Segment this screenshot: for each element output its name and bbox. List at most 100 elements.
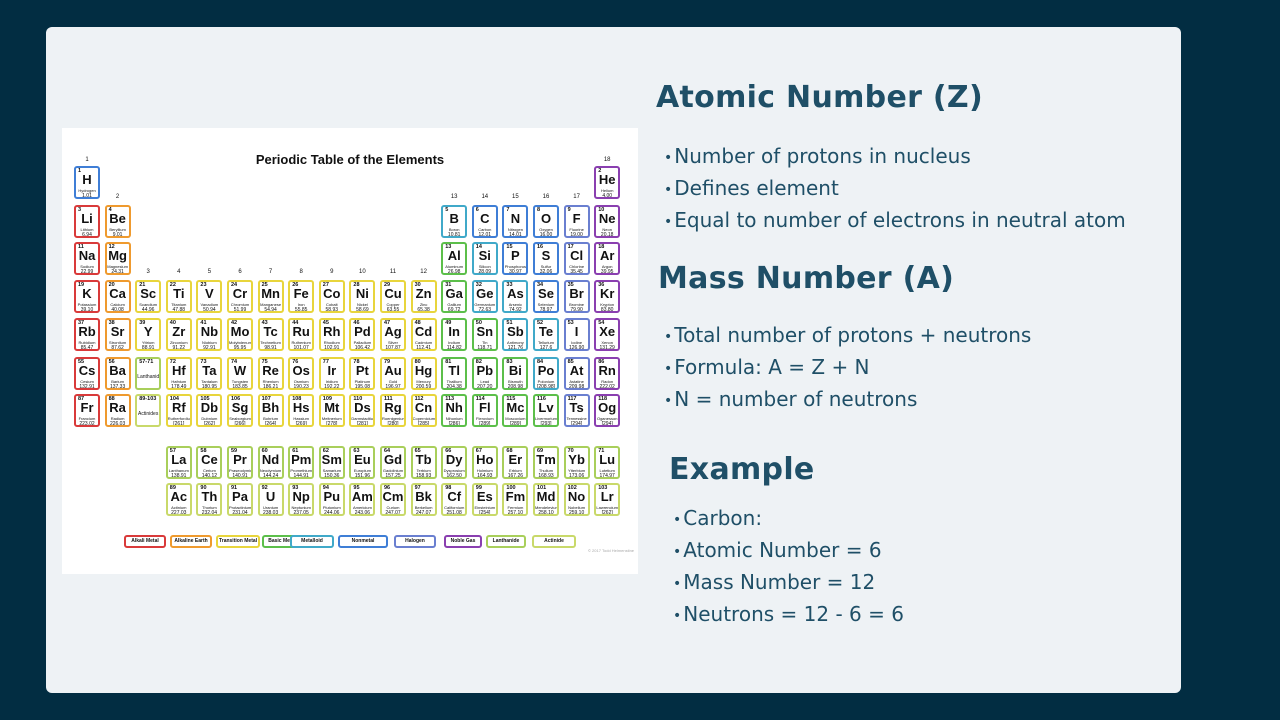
element-mass: [278] — [326, 421, 338, 427]
element-mass: 63.55 — [386, 307, 400, 313]
group-number-label: 5 — [207, 269, 212, 275]
element-mass: [289] — [509, 421, 521, 427]
element-mass: 40.08 — [111, 307, 124, 313]
element-symbol: C — [480, 211, 490, 226]
example-bullets: • Carbon: • Atomic Number = 6 • Mass Number =… — [673, 502, 904, 630]
element-cell-ra: 88 Ra Radium 226.03 — [104, 394, 131, 427]
element-symbol: Ga — [445, 286, 463, 301]
element-symbol: Ir — [327, 363, 337, 378]
element-mass: 138.91 — [171, 473, 187, 479]
element-symbol: Cr — [232, 286, 248, 301]
element-cell-c: 6 C Carbon 12.01 — [471, 205, 498, 238]
element-cell-ts: 117 Ts Tennessine [294] — [563, 394, 590, 427]
element-symbol: Mg — [108, 248, 127, 263]
element-symbol: Al — [447, 248, 461, 263]
element-cell-rg: 111 Rg Roentgenium [280] — [380, 394, 406, 427]
element-mass: 6.94 — [82, 232, 92, 238]
legend-item-noble: Noble Gas — [444, 535, 482, 548]
group-number-label: 18 — [603, 157, 611, 163]
element-mass: 112.41 — [416, 345, 432, 351]
mass-number-bullet-0: • Total number of protons + neutrons — [664, 319, 1031, 351]
element-cell-re: 75 Re Rhenium 186.21 — [257, 357, 284, 390]
element-cell-si: 14 Si Silicon 28.09 — [471, 242, 498, 275]
element-symbol: Pr — [233, 452, 247, 467]
element-symbol: V — [205, 286, 214, 301]
element-cell-np: 93 Np Neptunium 237.05 — [288, 483, 315, 516]
element-symbol: Re — [262, 363, 279, 378]
element-cell-ti: 22 Ti Titanium 47.88 — [165, 280, 192, 313]
element-mass: 222.02 — [599, 384, 615, 390]
element-symbol: Ar — [599, 248, 615, 263]
element-mass: 195.08 — [354, 384, 371, 390]
element-cell-pb: 82 Pb Lead 207.20 — [471, 357, 498, 390]
element-cell-zn: 30 Zn Zinc 65.38 — [410, 280, 437, 313]
group-number-label: 11 — [389, 269, 397, 275]
element-symbol: Se — [538, 286, 554, 301]
element-symbol: Rh — [323, 324, 341, 339]
element-symbol: Sg — [231, 400, 249, 415]
element-symbol: Ca — [109, 286, 126, 301]
element-mass: 39.95 — [600, 269, 614, 275]
element-symbol: Hg — [414, 363, 433, 378]
element-symbol: Ne — [598, 211, 616, 226]
element-symbol: Be — [109, 211, 126, 226]
example-bullet-2: • Mass Number = 12 — [673, 566, 904, 598]
element-cell-am: 95 Am Americium 243.06 — [349, 483, 376, 516]
element-cell-hf: 72 Hf Hafnium 178.49 — [165, 357, 192, 390]
element-mass: 58.69 — [356, 307, 369, 313]
element-cell-mc: 115 Mc Moscovium [289] — [502, 394, 529, 427]
element-mass: 121.76 — [507, 345, 524, 351]
element-cell-fl: 114 Fl Flerovium [289] — [471, 394, 498, 427]
element-symbol: Db — [200, 400, 219, 415]
element-symbol: Cu — [384, 286, 402, 301]
element-symbol: S — [541, 248, 551, 263]
element-cell-he: 2 He Helium 4.00 — [594, 166, 621, 199]
element-cell-cu: 29 Cu Copper 63.55 — [380, 280, 406, 313]
element-cell-ho: 67 Ho Holmium 164.93 — [471, 446, 498, 479]
group-number-label: 3 — [146, 269, 150, 275]
example-bullet-0: • Carbon: — [673, 502, 904, 534]
element-symbol: Po — [537, 363, 555, 378]
element-mass: 150.36 — [324, 473, 340, 479]
element-mass: 162.50 — [446, 473, 462, 479]
group-number-label: 13 — [450, 194, 458, 200]
mass-number-bullets: • Total number of protons + neutrons • Form… — [664, 319, 1031, 415]
element-mass: 9.01 — [112, 232, 123, 238]
group-number-label: 17 — [573, 194, 580, 200]
element-symbol: Lanthanides — [137, 374, 160, 380]
periodic-table-title: Periodic Table of the Elements — [255, 152, 445, 167]
element-mass: 54.94 — [264, 307, 277, 313]
element-symbol: B — [449, 211, 459, 226]
element-cell-tl: 81 Tl Thallium 204.38 — [441, 357, 468, 390]
element-mass: 192.22 — [324, 384, 340, 390]
element-cell-ni: 28 Ni Nickel 58.69 — [349, 280, 376, 313]
element-cell-md: 101 Md Mendelevium 258.10 — [533, 483, 559, 516]
element-mass: 232.04 — [201, 510, 218, 516]
element-symbol: Ge — [476, 286, 494, 301]
element-mass: 114.82 — [446, 345, 462, 351]
element-cell-be: 4 Be Beryllium 9.01 — [104, 205, 131, 238]
atomic-number-bullets: • Number of protons in nucleus • Defines el… — [664, 140, 1126, 236]
element-mass: [264] — [265, 421, 277, 427]
element-mass: 157.25 — [385, 473, 401, 479]
element-cell-pd: 46 Pd Palladium 106.42 — [349, 318, 376, 351]
element-mass: 258.10 — [538, 510, 554, 516]
element-symbol: Cf — [447, 489, 462, 504]
element-mass: 69.72 — [447, 307, 461, 313]
element-cell-nb: 41 Nb Niobium 92.91 — [196, 318, 223, 351]
element-mass: 14.01 — [509, 232, 522, 238]
element-symbol: Np — [292, 489, 310, 504]
element-symbol: Li — [81, 211, 93, 226]
element-symbol: Rb — [78, 324, 96, 339]
element-cell-bh: 107 Bh Bohrium [264] — [257, 394, 284, 427]
element-mass: [294] — [571, 421, 583, 427]
element-cell-s: 16 S Sulfur 32.06 — [533, 242, 559, 275]
bullet-dot-icon: • — [673, 607, 682, 624]
group-number-label: 14 — [481, 194, 489, 200]
element-cell-os: 76 Os Osmium 190.23 — [288, 357, 315, 390]
bullet-dot-icon: • — [664, 328, 673, 345]
element-mass: 85.47 — [80, 345, 94, 351]
element-mass: 247.07 — [385, 510, 401, 516]
element-mass: 12.01 — [478, 232, 492, 238]
element-mass: [269] — [295, 421, 307, 427]
